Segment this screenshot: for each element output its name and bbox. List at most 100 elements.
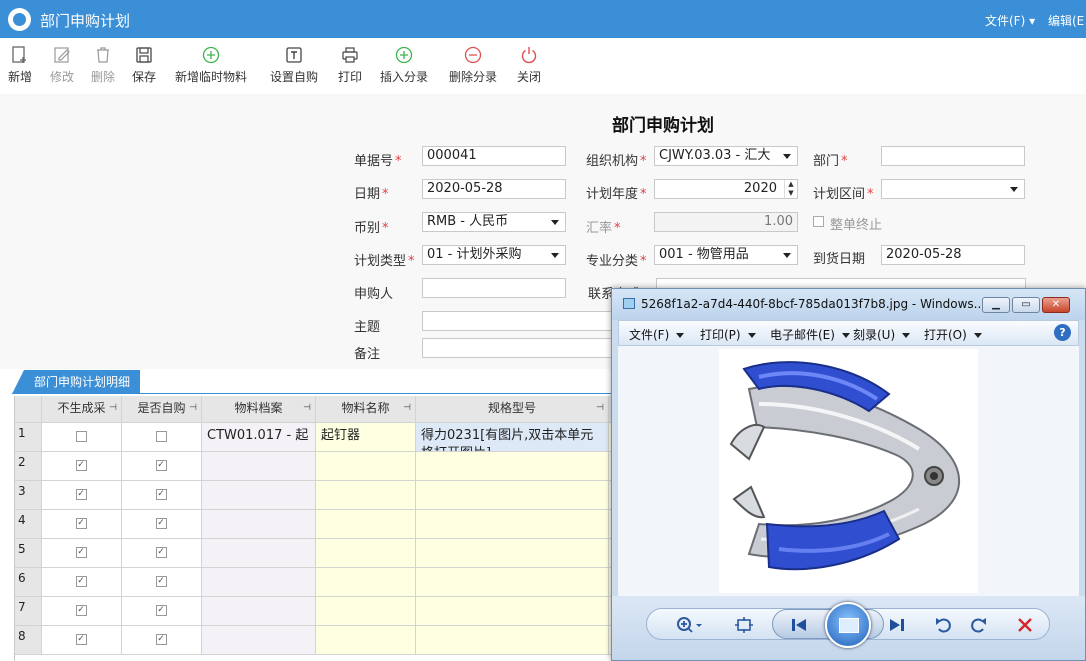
menu-edit[interactable]: 编辑(E (1048, 12, 1084, 29)
date-field[interactable]: 2020-05-28 (422, 179, 566, 199)
cell-material-name[interactable] (316, 626, 416, 655)
cell-spec[interactable] (416, 539, 609, 568)
cell-self-buy[interactable]: ✓ (122, 568, 202, 597)
add-temp-material-button[interactable]: 新增临时物料 (175, 45, 247, 85)
col-header-spec[interactable]: 规格型号 ⊣ (416, 396, 609, 423)
row-number[interactable]: 4 (15, 510, 42, 539)
pin-icon[interactable]: ⊣ (303, 396, 311, 421)
viewer-menu-email[interactable]: 电子邮件(E) (770, 326, 850, 343)
cell-no-purchase[interactable]: ✓ (42, 510, 122, 539)
cell-material-name[interactable] (316, 597, 416, 626)
save-button[interactable]: 保存 (132, 45, 156, 85)
cell-spec[interactable] (416, 626, 609, 655)
row-checkbox[interactable]: ✓ (155, 605, 167, 616)
delete-button[interactable]: 删除 (91, 45, 115, 85)
cell-no-purchase[interactable]: ✓ (42, 539, 122, 568)
delete-entry-button[interactable]: 删除分录 (449, 45, 497, 85)
row-checkbox[interactable]: ✓ (75, 605, 87, 616)
fit-icon[interactable] (734, 616, 754, 634)
cell-material-name[interactable]: 起钉器 (316, 423, 416, 452)
zoom-icon[interactable] (676, 616, 704, 634)
row-checkbox[interactable] (155, 431, 167, 442)
pin-icon[interactable]: ⊣ (596, 396, 604, 421)
cell-material-name[interactable] (316, 510, 416, 539)
viewer-menu-burn[interactable]: 刻录(U) (853, 326, 910, 343)
close-button[interactable]: 关闭 (517, 45, 541, 85)
cell-no-purchase[interactable]: ✓ (42, 626, 122, 655)
cell-material-code[interactable] (202, 626, 316, 655)
dept-field[interactable] (881, 146, 1025, 166)
cell-self-buy[interactable]: ✓ (122, 452, 202, 481)
row-number[interactable]: 3 (15, 481, 42, 510)
cell-self-buy[interactable]: ✓ (122, 539, 202, 568)
pin-icon[interactable]: ⊣ (403, 396, 411, 421)
cell-material-code[interactable] (202, 452, 316, 481)
row-number[interactable]: 2 (15, 452, 42, 481)
row-checkbox[interactable]: ✓ (75, 576, 87, 587)
whole-end-checkbox[interactable] (813, 216, 824, 227)
pin-icon[interactable]: ⊣ (109, 396, 117, 421)
viewer-title-bar[interactable]: 5268f1a2-a7d4-440f-8bcf-785da013f7b8.jpg… (612, 289, 1085, 320)
doc-no-field[interactable]: 000041 (422, 146, 566, 166)
row-checkbox[interactable]: ✓ (75, 518, 87, 529)
row-number[interactable]: 1 (15, 423, 42, 452)
cell-material-name[interactable] (316, 539, 416, 568)
col-header-no-purchase[interactable]: 不生成采 ⊣ (42, 396, 122, 423)
cell-spec[interactable] (416, 452, 609, 481)
row-checkbox[interactable]: ✓ (75, 460, 87, 471)
set-self-purchase-button[interactable]: 设置自购 (270, 45, 318, 85)
cell-spec[interactable]: 得力0231[有图片,双击本单元格打开图片] (416, 423, 609, 452)
cell-no-purchase[interactable] (42, 423, 122, 452)
col-header-self-buy[interactable]: 是否自购 ⊣ (122, 396, 202, 423)
col-header-material-name[interactable]: 物料名称 ⊣ (316, 396, 416, 423)
photo-viewer-window[interactable]: 5268f1a2-a7d4-440f-8bcf-785da013f7b8.jpg… (611, 288, 1086, 661)
row-checkbox[interactable]: ✓ (75, 547, 87, 558)
cell-no-purchase[interactable]: ✓ (42, 597, 122, 626)
plan-period-select[interactable] (881, 179, 1025, 199)
col-header-material-code[interactable]: 物料档案 ⊣ (202, 396, 316, 423)
insert-entry-button[interactable]: 插入分录 (380, 45, 428, 85)
plan-type-select[interactable]: 01 - 计划外采购 (422, 245, 566, 265)
cell-material-code[interactable] (202, 568, 316, 597)
row-checkbox[interactable]: ✓ (155, 489, 167, 500)
pin-icon[interactable]: ⊣ (189, 396, 197, 421)
currency-select[interactable]: RMB - 人民币 (422, 212, 566, 232)
maximize-button[interactable]: ▭ (1012, 297, 1040, 313)
menu-file[interactable]: 文件(F) ▾ (985, 12, 1035, 29)
row-checkbox[interactable]: ✓ (155, 634, 167, 645)
cell-no-purchase[interactable]: ✓ (42, 568, 122, 597)
row-number[interactable]: 8 (15, 626, 42, 655)
cell-self-buy[interactable]: ✓ (122, 626, 202, 655)
cell-material-code[interactable] (202, 510, 316, 539)
cell-self-buy[interactable]: ✓ (122, 597, 202, 626)
cell-material-code[interactable] (202, 481, 316, 510)
row-checkbox[interactable]: ✓ (155, 576, 167, 587)
cell-material-code[interactable]: CTW01.017 - 起 (202, 423, 316, 452)
slideshow-icon[interactable] (825, 602, 871, 648)
add-button[interactable]: 新增 (8, 45, 32, 85)
spinner-icon[interactable]: ▲ ▼ (784, 180, 797, 198)
plan-year-stepper[interactable]: 2020 ▲ ▼ (654, 179, 798, 199)
edit-button[interactable]: 修改 (50, 45, 74, 85)
cell-no-purchase[interactable]: ✓ (42, 452, 122, 481)
row-checkbox[interactable]: ✓ (155, 460, 167, 471)
prev-icon[interactable] (790, 617, 808, 633)
row-checkbox[interactable]: ✓ (155, 518, 167, 529)
next-icon[interactable] (888, 617, 906, 633)
cell-spec[interactable] (416, 510, 609, 539)
rotate-left-icon[interactable] (934, 615, 954, 635)
cell-spec[interactable] (416, 597, 609, 626)
cell-self-buy[interactable] (122, 423, 202, 452)
viewer-menu-print[interactable]: 打印(P) (700, 326, 756, 343)
cell-material-name[interactable] (316, 452, 416, 481)
org-select[interactable]: CJWY.03.03 - 汇大 (654, 146, 798, 166)
row-checkbox[interactable] (75, 431, 87, 442)
cell-self-buy[interactable]: ✓ (122, 510, 202, 539)
row-checkbox[interactable]: ✓ (155, 547, 167, 558)
viewer-menu-file[interactable]: 文件(F) (629, 326, 684, 343)
cell-material-name[interactable] (316, 568, 416, 597)
category-select[interactable]: 001 - 物管用品 (654, 245, 798, 265)
delete-icon[interactable] (1016, 616, 1034, 634)
row-number[interactable]: 6 (15, 568, 42, 597)
row-number[interactable]: 5 (15, 539, 42, 568)
